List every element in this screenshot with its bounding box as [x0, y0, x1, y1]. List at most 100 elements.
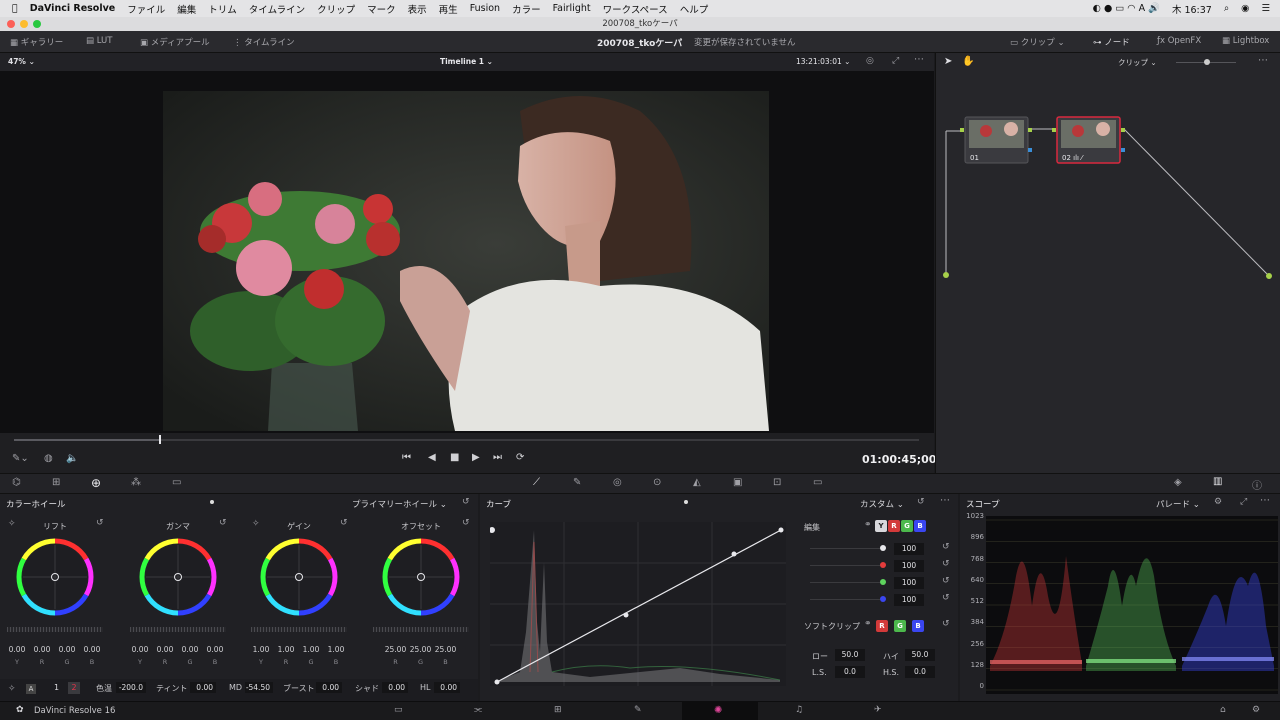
scope-options-icon[interactable]: ⋯ — [1260, 495, 1270, 506]
intensity-input-b[interactable]: 100 — [894, 594, 924, 606]
output-dot[interactable] — [1266, 273, 1272, 279]
menu-file[interactable]: ファイル — [121, 2, 171, 16]
auto-balance-icon[interactable]: ✧ — [8, 684, 16, 694]
deliver-page-icon[interactable]: ✈ — [874, 705, 882, 715]
color-page-tab[interactable]: ✺ — [682, 702, 758, 720]
tint-input[interactable]: 0.00 — [190, 682, 216, 693]
scrubber-track[interactable] — [14, 435, 919, 444]
menu-list-icon[interactable]: ☰ — [1255, 3, 1280, 14]
wheel-value-lift-2[interactable]: 0.00 — [55, 645, 79, 654]
channel-b-toggle[interactable]: B — [914, 520, 926, 532]
wheel-reset-icon-gamma[interactable]: ↺ — [219, 518, 227, 528]
temp-input[interactable]: -200.0 — [116, 682, 146, 693]
viewer-frame[interactable] — [0, 71, 934, 433]
wheel-value-offset-0[interactable]: 25.00 — [384, 645, 408, 654]
tracker-tab-icon[interactable]: ⊙ — [653, 477, 661, 488]
go-to-start-icon[interactable]: ⏮ — [402, 452, 411, 463]
status-icons[interactable]: ◐ ● ▭ ◠ A 🔊 — [1087, 3, 1166, 14]
wheel-value-lift-1[interactable]: 0.00 — [30, 645, 54, 654]
softclip-b-toggle[interactable]: B — [912, 620, 924, 632]
wheel-value-gain-2[interactable]: 1.00 — [299, 645, 323, 654]
minimize-window-button[interactable] — [20, 20, 28, 28]
zoom-slider[interactable] — [1176, 59, 1236, 65]
wheel-value-gain-0[interactable]: 1.00 — [249, 645, 273, 654]
wheel-value-gamma-2[interactable]: 0.00 — [178, 645, 202, 654]
wheel-mode-dropdown[interactable]: プライマリーホイール ⌄ — [352, 498, 447, 510]
hand-icon[interactable]: ✋ — [962, 56, 974, 67]
scope-settings-icon[interactable]: ⚙ — [1214, 497, 1222, 507]
color-wheel-offset[interactable] — [381, 537, 461, 617]
lightbox-button[interactable]: ▦ Lightbox — [1222, 36, 1269, 46]
lift-picker-icon[interactable]: ✧ — [8, 519, 16, 529]
curves-page-dot[interactable] — [684, 500, 688, 504]
node-options-icon[interactable]: ⋯ — [1258, 55, 1268, 66]
curve-point-high[interactable] — [731, 551, 737, 557]
menu-trim[interactable]: トリム — [202, 2, 243, 16]
key-tab-icon[interactable]: ⊡ — [773, 477, 781, 488]
reset-all-icon[interactable]: ↺ — [462, 497, 470, 507]
page-2-button[interactable]: 2 — [68, 682, 80, 694]
menu-edit[interactable]: 編集 — [171, 2, 202, 16]
menu-mark[interactable]: マーク — [361, 2, 402, 16]
hl-input[interactable]: 0.00 — [434, 682, 460, 693]
wheel-value-gamma-3[interactable]: 0.00 — [203, 645, 227, 654]
cut-page-icon[interactable]: ⫘ — [474, 705, 482, 715]
wheel-reset-icon-offset[interactable]: ↺ — [462, 518, 470, 528]
wheel-value-lift-3[interactable]: 0.00 — [80, 645, 104, 654]
intensity-reset-icon-r[interactable]: ↺ — [942, 559, 950, 569]
media-pool-button[interactable]: ▣ メディアプール — [140, 36, 210, 48]
info-tab-icon[interactable]: ⓘ — [1252, 477, 1262, 492]
app-menu[interactable]: DaVinci Resolve — [24, 3, 122, 14]
boost-input[interactable]: 0.00 — [316, 682, 342, 693]
curves-options-icon[interactable]: ⋯ — [940, 495, 950, 506]
reverse-icon[interactable]: ◀ — [428, 452, 436, 463]
wheel-value-gain-3[interactable]: 1.00 — [324, 645, 348, 654]
qualifier-tab-icon[interactable]: ✎ — [573, 477, 581, 488]
zoom-slider-handle[interactable] — [1204, 59, 1210, 65]
intensity-slider-r[interactable] — [810, 565, 880, 566]
wheel-value-offset-1[interactable]: 25.00 — [409, 645, 433, 654]
node-mode-dropdown[interactable]: クリップ ⌄ — [1118, 57, 1157, 68]
scope-expand-icon[interactable]: ⤢ — [1240, 497, 1247, 507]
zoom-dropdown[interactable]: 47% ⌄ — [8, 57, 35, 66]
loop-icon[interactable]: ⟳ — [516, 452, 524, 463]
low-input[interactable]: 50.0 — [835, 649, 865, 661]
fullscreen-icon[interactable]: ⤢ — [892, 56, 899, 66]
wheel-master-dial-gamma[interactable] — [130, 627, 226, 632]
window-tab-icon[interactable]: ◎ — [613, 477, 622, 488]
wheel-value-lift-0[interactable]: 0.00 — [5, 645, 29, 654]
menu-fairlight[interactable]: Fairlight — [547, 3, 597, 14]
wheel-value-gamma-0[interactable]: 0.00 — [128, 645, 152, 654]
curve-point-white[interactable] — [778, 527, 784, 533]
high-input[interactable]: 50.0 — [905, 649, 935, 661]
wheel-master-dial-lift[interactable] — [7, 627, 103, 632]
fusion-page-icon[interactable]: ✎ — [634, 705, 642, 715]
gallery-button[interactable]: ▦ ギャラリー — [10, 36, 63, 48]
menu-clip[interactable]: クリップ — [311, 2, 361, 16]
blur-tab-icon[interactable]: ▣ — [733, 477, 742, 488]
eyedropper-icon[interactable]: ✎⌄ — [12, 453, 29, 464]
softclip-reset-icon[interactable]: ↺ — [942, 619, 950, 629]
curve-graph[interactable] — [490, 522, 786, 686]
node-button[interactable]: ⊶ ノード — [1093, 36, 1130, 48]
page-dot[interactable] — [210, 500, 214, 504]
more-options-icon[interactable]: ⋯ — [914, 54, 924, 65]
gain-picker-icon[interactable]: ✧ — [252, 519, 260, 529]
color-wheels-tab-icon[interactable]: ⊕ — [91, 476, 101, 490]
curve-mode-dropdown[interactable]: カスタム ⌄ — [860, 498, 904, 510]
qualifier-icon[interactable]: ◍ — [44, 453, 53, 464]
3d-tab-icon[interactable]: ◈ — [1174, 477, 1182, 488]
auto-icon[interactable]: A — [26, 684, 36, 694]
intensity-reset-icon-b[interactable]: ↺ — [942, 593, 950, 603]
intensity-slider-y[interactable] — [810, 548, 880, 549]
menu-fusion[interactable]: Fusion — [464, 3, 506, 14]
color-wheel-gamma[interactable] — [138, 537, 218, 617]
wheel-master-dial-gain[interactable] — [251, 627, 347, 632]
menu-help[interactable]: ヘルプ — [674, 2, 715, 16]
edit-page-icon[interactable]: ⊞ — [554, 705, 562, 715]
wheel-value-gain-1[interactable]: 1.00 — [274, 645, 298, 654]
playhead[interactable] — [158, 435, 161, 444]
color-wheel-icon[interactable]: ◎ — [866, 56, 874, 66]
wheel-value-gamma-1[interactable]: 0.00 — [153, 645, 177, 654]
camera-raw-icon[interactable]: ⌬ — [12, 477, 21, 488]
